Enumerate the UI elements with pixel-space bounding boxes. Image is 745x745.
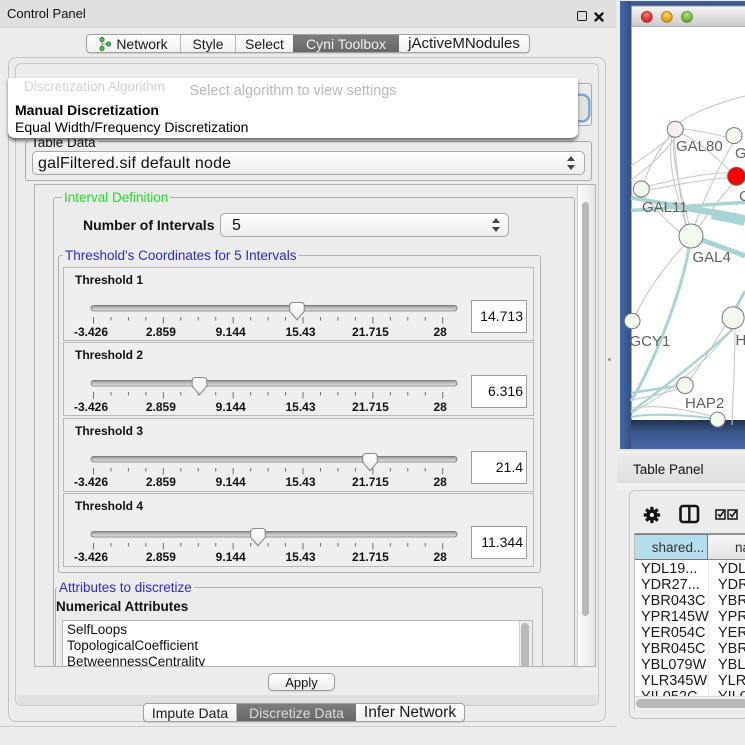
svg-text:CY: CY xyxy=(739,188,745,205)
svg-text:GAL4: GAL4 xyxy=(693,249,731,266)
svg-text:GCY1: GCY1 xyxy=(630,333,671,350)
svg-text:GAL11: GAL11 xyxy=(642,199,688,216)
svg-text:H: H xyxy=(736,332,745,349)
svg-text:HAP2: HAP2 xyxy=(685,395,724,412)
svg-text:GA: GA xyxy=(735,145,745,162)
svg-text:GAL80: GAL80 xyxy=(676,138,723,155)
